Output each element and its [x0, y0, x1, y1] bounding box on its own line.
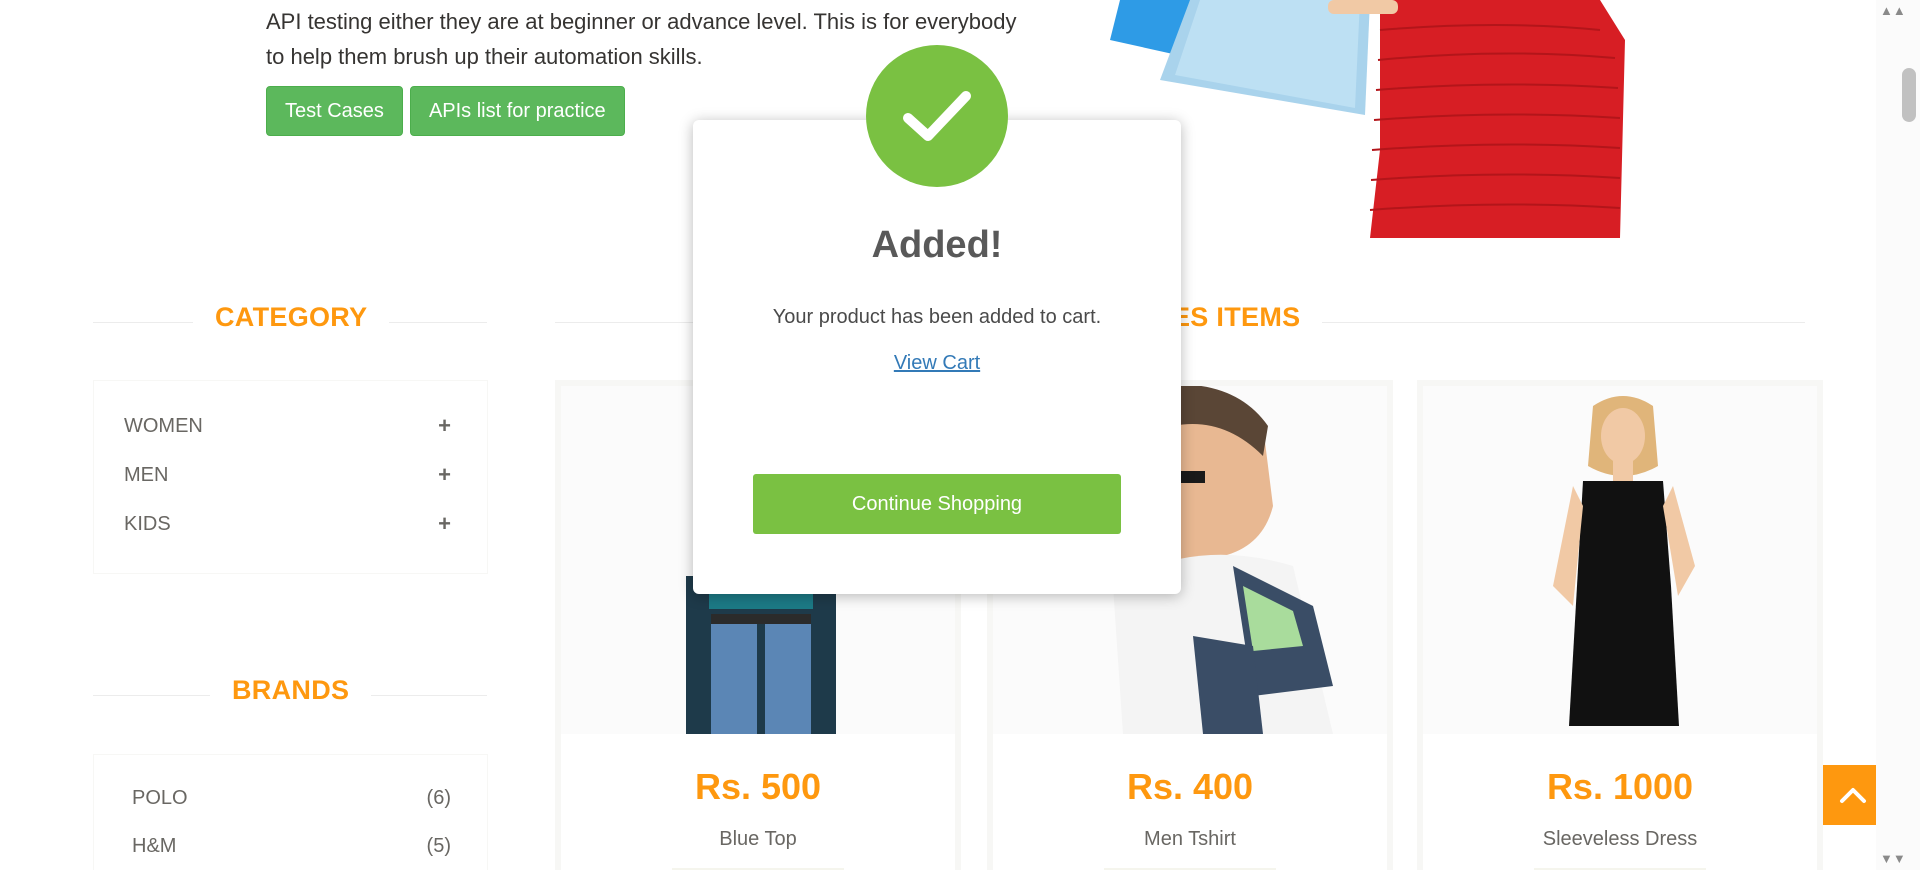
- category-item-label: WOMEN: [124, 414, 203, 437]
- brand-name: POLO: [132, 787, 188, 809]
- product-price: Rs. 400: [1126, 766, 1254, 807]
- modal-title: Added!: [871, 224, 1003, 266]
- plus-icon[interactable]: +: [438, 511, 451, 537]
- checkmark-icon: [903, 91, 971, 141]
- category-item-women[interactable]: WOMEN +: [124, 413, 451, 439]
- scroll-up-arrow-icon[interactable]: ▲▲: [1880, 4, 1906, 18]
- brand-name: H&M: [132, 835, 177, 857]
- view-cart-link[interactable]: View Cart: [693, 352, 1181, 375]
- category-item-label: KIDS: [124, 512, 171, 535]
- added-to-cart-modal: Added! Your product has been added to ca…: [693, 120, 1181, 594]
- category-heading: CATEGORY: [193, 302, 390, 333]
- category-panel: WOMEN + MEN + KIDS +: [93, 380, 488, 574]
- product-name: Sleeveless Dress: [1542, 828, 1698, 850]
- hero-buttons: Test Cases APIs list for practice: [266, 86, 625, 136]
- product-image: [1423, 386, 1817, 734]
- continue-shopping-button[interactable]: Continue Shopping: [753, 474, 1121, 534]
- product-name: Blue Top: [719, 828, 797, 850]
- category-item-kids[interactable]: KIDS +: [124, 511, 451, 537]
- chevron-up-icon: [1839, 788, 1866, 803]
- apis-list-button[interactable]: APIs list for practice: [409, 86, 625, 136]
- brand-count: (5): [426, 835, 451, 857]
- brands-panel: POLO (6) H&M (5): [93, 754, 488, 870]
- scroll-to-top-button[interactable]: [1823, 765, 1882, 825]
- vertical-scrollbar[interactable]: ▲▲ ▼▼: [1876, 0, 1920, 870]
- scroll-down-arrow-icon[interactable]: ▼▼: [1880, 852, 1906, 866]
- test-cases-button[interactable]: Test Cases: [266, 86, 403, 136]
- product-name: Men Tshirt: [1144, 828, 1236, 850]
- brands-heading: BRANDS: [210, 675, 372, 706]
- plus-icon[interactable]: +: [438, 413, 451, 439]
- brand-item-polo[interactable]: POLO (6): [132, 787, 451, 810]
- scrollbar-thumb[interactable]: [1902, 68, 1916, 122]
- product-price: Rs. 500: [694, 766, 822, 807]
- product-card: Rs. 1000 Sleeveless Dress: [1417, 380, 1823, 870]
- category-item-label: MEN: [124, 463, 169, 486]
- brand-count: (6): [426, 787, 451, 809]
- category-item-men[interactable]: MEN +: [124, 462, 451, 488]
- brand-item-hm[interactable]: H&M (5): [132, 835, 451, 858]
- plus-icon[interactable]: +: [438, 462, 451, 488]
- product-price: Rs. 1000: [1546, 766, 1694, 807]
- modal-message: Your product has been added to cart.: [772, 306, 1102, 328]
- success-badge: [866, 45, 1008, 187]
